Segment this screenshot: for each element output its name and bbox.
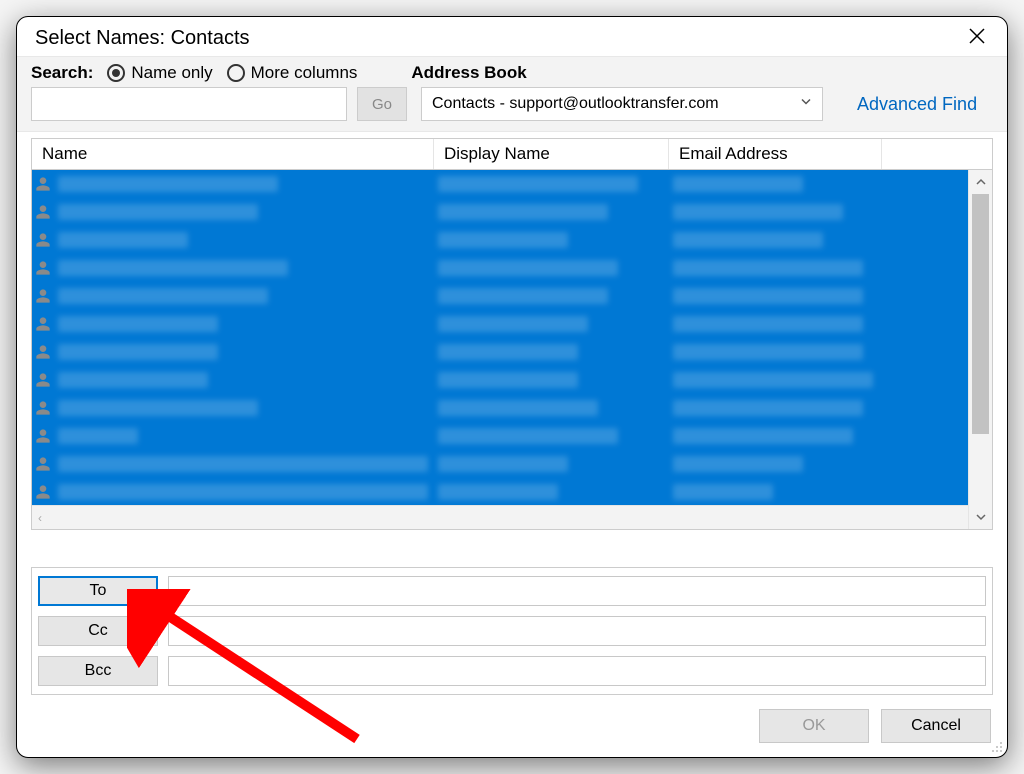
scrollbar-thumb[interactable]: [972, 194, 989, 434]
cc-button[interactable]: Cc: [38, 616, 158, 646]
cc-input[interactable]: [168, 616, 986, 646]
search-label: Search:: [31, 63, 93, 83]
vertical-scrollbar[interactable]: [968, 170, 992, 529]
person-icon: [32, 288, 54, 304]
radio-name-only-input[interactable]: [107, 64, 125, 82]
person-icon: [32, 344, 54, 360]
list-item[interactable]: [32, 338, 992, 366]
scrollbar-track[interactable]: [969, 194, 992, 505]
dialog-title: Select Names: Contacts: [35, 27, 250, 50]
list-item[interactable]: [32, 198, 992, 226]
resize-grip-icon[interactable]: [989, 739, 1003, 753]
address-book-label: Address Book: [411, 63, 526, 82]
person-icon: [32, 260, 54, 276]
bcc-button[interactable]: Bcc: [38, 656, 158, 686]
column-email[interactable]: Email Address: [669, 139, 882, 169]
person-icon: [32, 316, 54, 332]
radio-more-columns[interactable]: More columns: [227, 63, 358, 83]
column-headers: Name Display Name Email Address: [31, 138, 993, 170]
address-book-select[interactable]: Contacts - support@outlooktransfer.com: [421, 87, 823, 121]
advanced-find-link[interactable]: Advanced Find: [857, 94, 977, 115]
contact-list-panel: Name Display Name Email Address ‹ ›: [17, 138, 1007, 557]
bcc-input[interactable]: [168, 656, 986, 686]
radio-name-only-label: Name only: [131, 63, 212, 83]
radio-name-only[interactable]: Name only: [107, 63, 212, 83]
footer: OK Cancel: [17, 695, 1007, 757]
radio-more-columns-label: More columns: [251, 63, 358, 83]
person-icon: [32, 456, 54, 472]
radio-more-columns-input[interactable]: [227, 64, 245, 82]
column-name[interactable]: Name: [32, 139, 434, 169]
list-item[interactable]: [32, 170, 992, 198]
scroll-left-arrow[interactable]: ‹: [38, 511, 42, 525]
go-button[interactable]: Go: [357, 87, 407, 121]
address-book-selected: Contacts - support@outlooktransfer.com: [432, 95, 719, 113]
search-input[interactable]: [31, 87, 347, 121]
list-item[interactable]: [32, 366, 992, 394]
list-item[interactable]: [32, 478, 992, 505]
person-icon: [32, 176, 54, 192]
list-item[interactable]: [32, 394, 992, 422]
toolbar: Search: Name only More columns Address B…: [17, 56, 1007, 132]
titlebar: Select Names: Contacts: [17, 17, 1007, 56]
contact-listbox[interactable]: ‹ ›: [31, 170, 993, 530]
scroll-up-arrow[interactable]: [969, 170, 992, 194]
list-item[interactable]: [32, 226, 992, 254]
close-button[interactable]: [965, 27, 989, 50]
ok-button[interactable]: OK: [759, 709, 869, 743]
list-item[interactable]: [32, 450, 992, 478]
list-item[interactable]: [32, 282, 992, 310]
horizontal-scrollbar[interactable]: ‹ ›: [32, 505, 992, 529]
person-icon: [32, 400, 54, 416]
list-item[interactable]: [32, 254, 992, 282]
cancel-button[interactable]: Cancel: [881, 709, 991, 743]
list-item[interactable]: [32, 422, 992, 450]
to-button[interactable]: To: [38, 576, 158, 606]
person-icon: [32, 372, 54, 388]
person-icon: [32, 484, 54, 500]
column-spacer: [882, 139, 992, 169]
person-icon: [32, 428, 54, 444]
close-icon: [969, 28, 985, 44]
person-icon: [32, 204, 54, 220]
recipient-block: To Cc Bcc: [31, 567, 993, 695]
column-display-name[interactable]: Display Name: [434, 139, 669, 169]
person-icon: [32, 232, 54, 248]
scroll-down-arrow[interactable]: [969, 505, 992, 529]
to-input[interactable]: [168, 576, 986, 606]
list-item[interactable]: [32, 310, 992, 338]
select-names-dialog: Select Names: Contacts Search: Name only…: [16, 16, 1008, 758]
